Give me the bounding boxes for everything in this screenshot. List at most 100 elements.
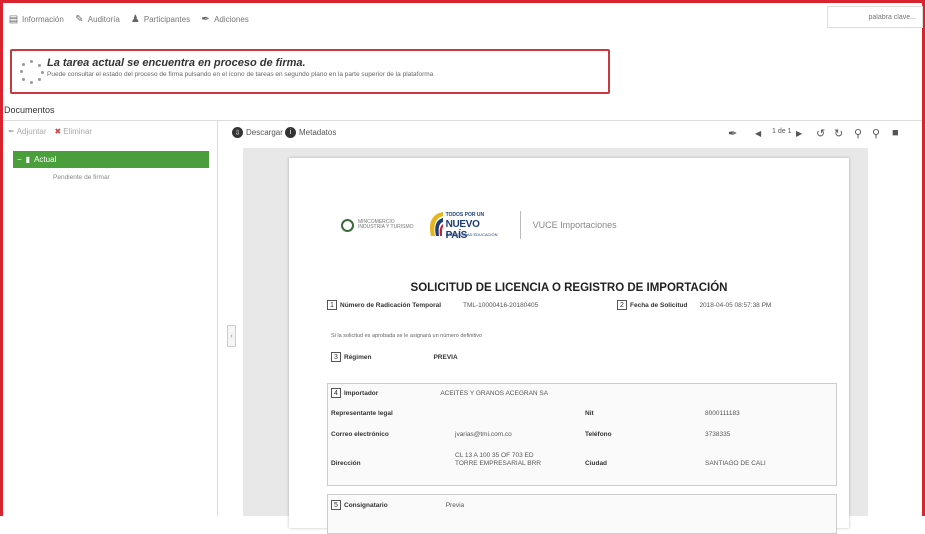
audit-icon: ✎ (75, 13, 84, 25)
attach-label: Adjuntar (16, 127, 47, 136)
zoom-out-icon[interactable]: ⚲ (872, 127, 880, 140)
field-number: 2 (617, 300, 627, 310)
download-button[interactable]: ⇩ Descargar (232, 127, 283, 138)
field-regimen: 3 Régimen PREVIA (331, 352, 458, 362)
zoom-in-icon[interactable]: ⚲ (854, 127, 862, 140)
attachment-icon: ✒ (201, 13, 210, 25)
documents-toolbar: ✒ Adjuntar ✖ Eliminar (8, 127, 92, 136)
minus-icon: − (17, 155, 22, 164)
approval-note: Si la solicitud es aprobada se le asigna… (331, 333, 483, 339)
field-value-line1: CL 13 A 100 35 OF 703 ED (455, 452, 534, 459)
field-number: 5 (331, 500, 341, 510)
field-fecha: 2 Fecha de Solicitud 2018-04-05 08:57:38… (617, 300, 771, 310)
field-number: 3 (331, 352, 341, 362)
documents-header: Documentos (4, 105, 55, 115)
logo-divider (519, 211, 521, 239)
field-radicacion: 1 Número de Radicación Temporal TML-1000… (327, 300, 538, 310)
field-nit-value: 8000111183 (705, 410, 740, 417)
tree-subitem[interactable]: Pendiente de firmar (53, 174, 110, 181)
field-value: 2018-04-05 08:57:38 PM (699, 301, 772, 309)
field-label: Teléfono (585, 431, 612, 438)
field-value-line2: TORRE EMPRESARIAL BRR (455, 460, 541, 468)
sign-pen-icon[interactable]: ✒ (728, 127, 737, 140)
participants-icon: ♟ (130, 13, 140, 25)
info-icon: i (285, 127, 296, 138)
field-value: 3738335 (705, 431, 731, 438)
field-ciudad: Ciudad (585, 460, 607, 467)
field-value: ACEITES Y GRANOS ACEGRAN SA (440, 389, 549, 397)
field-value: 8000111183 (705, 410, 740, 417)
chevron-left-icon: ‹ (230, 332, 233, 340)
tab-bar: ▤ Información ✎ Auditoría ♟ Participante… (8, 10, 249, 28)
field-nit: Nit (585, 410, 594, 417)
swoosh-icon (429, 212, 443, 236)
field-label: Nit (585, 410, 594, 417)
alert-title: La tarea actual se encuentra en proceso … (47, 57, 306, 69)
field-importador: 4 Importador ACEITES Y GRANOS ACEGRAN SA (331, 388, 548, 398)
mincit-logo-text: MINCOMERCIO INDUSTRIA Y TURISMO (358, 218, 414, 230)
page-indicator: 1 de 1 (772, 128, 792, 135)
field-label: Correo electrónico (331, 431, 389, 438)
field-direccion-value: CL 13 A 100 35 OF 703 ED TORRE EMPRESARI… (455, 452, 541, 469)
field-label: Importador (344, 389, 379, 397)
tree-item-label: Actual (34, 155, 57, 164)
panel-splitter[interactable] (217, 121, 218, 516)
paperclip-icon: ✒ (8, 127, 15, 136)
viewer-side-area (868, 148, 920, 516)
document-page: MINCOMERCIO INDUSTRIA Y TURISMO TODOS PO… (289, 158, 849, 534)
file-icon: ▮ (25, 155, 31, 164)
download-icon: ⇩ (232, 127, 243, 138)
metadata-button[interactable]: i Metadatos (285, 127, 336, 138)
rotate-right-icon[interactable]: ↻ (834, 127, 843, 140)
field-label: Fecha de Solicitud (630, 301, 688, 309)
logo-pais-top: TODOS POR UN (445, 212, 485, 218)
importer-section (327, 383, 837, 486)
prev-page-icon[interactable]: ◀ (755, 129, 761, 138)
tab-label: Información (22, 14, 64, 24)
tab-auditoria[interactable]: ✎ Auditoría (74, 14, 120, 25)
delete-label: Eliminar (63, 127, 93, 136)
tab-label: Auditoría (87, 14, 120, 24)
tab-informacion[interactable]: ▤ Información (8, 14, 64, 25)
field-direccion: Dirección (331, 460, 361, 467)
loading-spinner-icon (20, 60, 44, 84)
field-correo-value: jvarias@tmi.com.co (455, 431, 512, 438)
field-ciudad-value: SANTIAGO DE CALI (705, 460, 766, 467)
field-value: TML-10000416-20180405 (463, 301, 539, 309)
field-consignatario: 5 Consignatario Previa (331, 500, 464, 510)
field-label: Número de Radicación Temporal (340, 301, 442, 309)
field-number: 1 (327, 300, 337, 310)
delete-button[interactable]: ✖ Eliminar (55, 127, 93, 136)
field-value: Previa (445, 501, 465, 509)
close-icon: ✖ (54, 127, 62, 136)
field-label: Representante legal (331, 410, 393, 417)
field-value: jvarias@tmi.com.co (455, 431, 512, 438)
collapse-panel-button[interactable]: ‹ (227, 325, 236, 347)
field-telefono: Teléfono (585, 431, 612, 438)
field-value: SANTIAGO DE CALI (705, 460, 766, 467)
tree-item-actual[interactable]: − ▮ Actual (13, 151, 209, 168)
field-correo: Correo electrónico (331, 431, 389, 438)
field-label: Régimen (344, 353, 372, 361)
field-label: Ciudad (585, 460, 608, 467)
search-input[interactable] (827, 6, 923, 28)
document-title: SOLICITUD DE LICENCIA O REGISTRO DE IMPO… (410, 282, 728, 294)
field-value: PREVIA (433, 353, 458, 361)
field-number: 4 (331, 388, 341, 398)
alert-description: Puede consultar el estado del proceso de… (47, 71, 434, 78)
download-label: Descargar (246, 128, 283, 137)
viewer-toolbar: ⇩ Descargar i Metadatos ✒ ◀ 1 de 1 ▶ ↺ ↻… (230, 127, 922, 145)
mincit-logo: MINCOMERCIO INDUSTRIA Y TURISMO (341, 218, 414, 232)
attach-button[interactable]: ✒ Adjuntar (8, 127, 47, 136)
field-label: Dirección (331, 460, 361, 467)
fullscreen-icon[interactable]: ■ (892, 127, 899, 139)
next-page-icon[interactable]: ▶ (796, 129, 802, 138)
rotate-left-icon[interactable]: ↺ (816, 127, 825, 140)
seal-icon (341, 218, 354, 232)
nuevo-pais-logo: TODOS POR UN NUEVO PAÍS PAZ EQUIDAD EDUC… (428, 208, 502, 242)
document-viewer: MINCOMERCIO INDUSTRIA Y TURISMO TODOS PO… (243, 148, 868, 534)
tab-adiciones[interactable]: ✒ Adiciones (200, 13, 249, 25)
tab-participantes[interactable]: ♟ Participantes (130, 14, 190, 25)
logo-pais-main: NUEVO PAÍS (445, 219, 480, 241)
tab-label: Adiciones (214, 14, 249, 24)
